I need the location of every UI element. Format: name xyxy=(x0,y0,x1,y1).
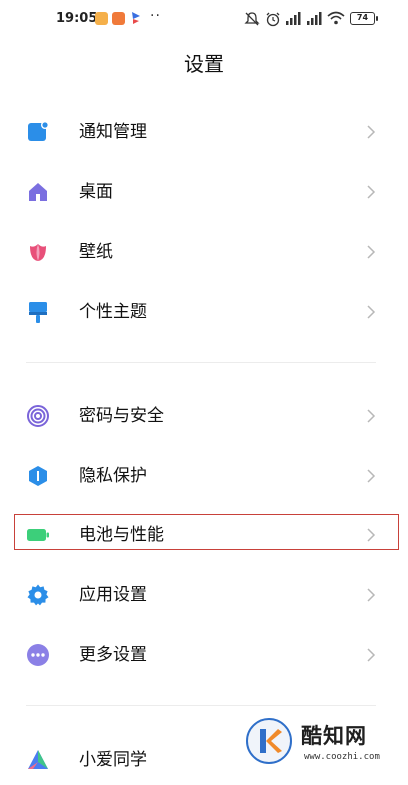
settings-item-privacy[interactable]: 隐私保护 xyxy=(0,446,408,502)
wifi-icon xyxy=(327,11,345,25)
status-bar: 19:05 ·· 74 xyxy=(0,0,408,40)
settings-item-themes[interactable]: 个性主题 xyxy=(0,282,408,338)
chevron-right-icon xyxy=(367,588,376,602)
settings-item-label: 密码与安全 xyxy=(79,406,164,426)
settings-item-label: 隐私保护 xyxy=(79,466,147,486)
tulip-icon xyxy=(30,244,46,261)
gear-icon xyxy=(27,584,49,606)
chevron-right-icon xyxy=(367,185,376,199)
settings-item-password-security[interactable]: 密码与安全 xyxy=(0,386,408,442)
chevron-right-icon xyxy=(367,409,376,423)
section-divider xyxy=(26,362,376,363)
settings-item-more-settings[interactable]: 更多设置 xyxy=(0,625,408,681)
watermark-k-icon xyxy=(246,718,292,764)
settings-item-label: 桌面 xyxy=(79,182,113,202)
chevron-right-icon xyxy=(367,469,376,483)
settings-item-label: 个性主题 xyxy=(79,302,147,322)
chevron-right-icon xyxy=(367,245,376,259)
chevron-right-icon xyxy=(367,305,376,319)
xiaoai-icon xyxy=(28,750,48,769)
more-notifications-icon: ·· xyxy=(150,8,161,24)
settings-item-label: 壁纸 xyxy=(79,242,113,262)
app-notification-icon xyxy=(132,12,140,24)
alarm-icon xyxy=(266,12,280,27)
status-time: 19:05 xyxy=(56,11,98,26)
notification-icon xyxy=(28,121,49,141)
brush-icon xyxy=(29,302,47,323)
signal-hd-icon xyxy=(307,12,322,25)
signal-icon xyxy=(286,12,301,25)
privacy-shield-icon xyxy=(29,466,47,486)
settings-item-app-settings[interactable]: 应用设置 xyxy=(0,565,408,621)
settings-item-label: 通知管理 xyxy=(79,122,147,142)
app-notification-icon xyxy=(95,12,108,25)
watermark-brand: 酷知网 xyxy=(301,724,367,748)
home-icon xyxy=(29,183,47,201)
settings-item-wallpaper[interactable]: 壁纸 xyxy=(0,222,408,278)
settings-item-label: 应用设置 xyxy=(79,585,147,605)
chevron-right-icon xyxy=(367,648,376,662)
settings-item-notifications[interactable]: 通知管理 xyxy=(0,102,408,158)
watermark-url: www.coozhi.com xyxy=(304,752,380,762)
battery-indicator: 74 xyxy=(350,12,378,25)
mute-icon xyxy=(244,12,260,26)
page-title: 设置 xyxy=(184,52,224,76)
more-dots-icon xyxy=(27,644,49,666)
highlight-box xyxy=(14,514,399,550)
section-divider xyxy=(26,705,376,706)
settings-item-label: 更多设置 xyxy=(79,645,147,665)
settings-item-home-screen[interactable]: 桌面 xyxy=(0,162,408,218)
chevron-right-icon xyxy=(367,125,376,139)
mi-notification-icon xyxy=(112,12,125,25)
settings-item-label: 小爱同学 xyxy=(79,750,147,770)
fingerprint-icon xyxy=(27,405,49,427)
watermark-logo: 酷知网 www.coozhi.com xyxy=(246,716,396,782)
